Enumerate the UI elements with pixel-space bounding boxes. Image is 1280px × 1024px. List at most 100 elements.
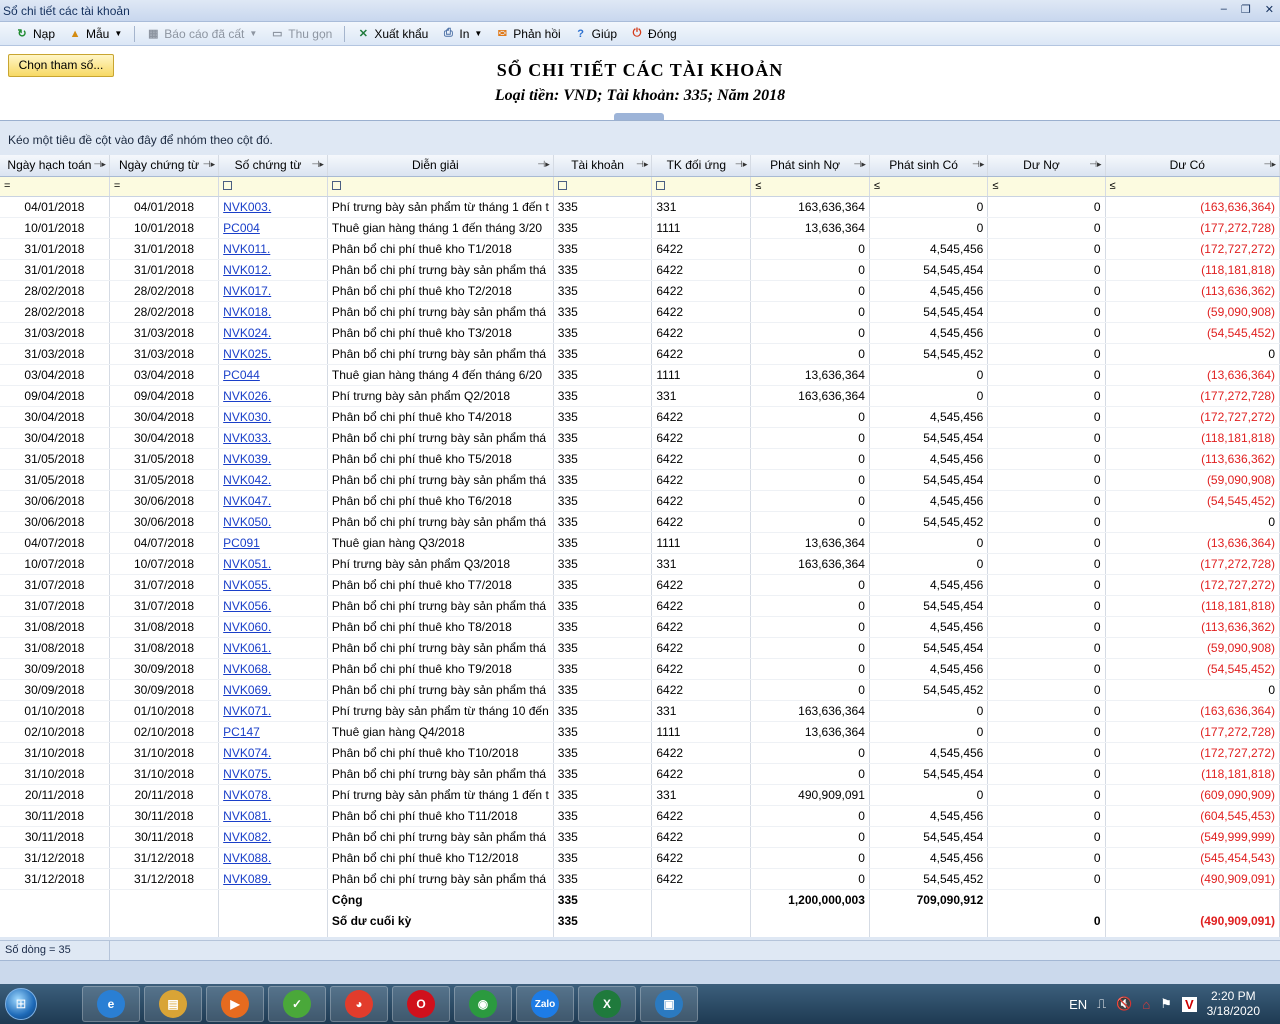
filter-cell[interactable] (327, 176, 554, 197)
filter-checkbox-icon[interactable] (223, 181, 233, 191)
filter-operator[interactable]: ≤ (992, 180, 998, 192)
cell-voucher-no[interactable]: NVK025. (218, 343, 328, 365)
cell-voucher-no[interactable]: NVK082. (218, 826, 328, 848)
filter-cell[interactable] (651, 176, 752, 197)
table-row[interactable]: 03/04/2018 03/04/2018 PC044 Thuê gian hàng … (0, 364, 1280, 386)
filter-operator[interactable]: = (4, 180, 10, 192)
filter-checkbox-icon[interactable] (557, 181, 567, 191)
cell-voucher-no[interactable]: PC091 (218, 532, 328, 554)
cell-voucher-no[interactable]: NVK074. (218, 742, 328, 764)
filter-operator[interactable]: ≤ (755, 180, 761, 192)
pin-icon[interactable]: ⊣▸ (537, 159, 549, 170)
table-row[interactable]: 30/09/2018 30/09/2018 NVK069. Phân bổ chi p… (0, 679, 1280, 701)
column-header[interactable]: Ngày hạch toán ⊣▸ (0, 155, 110, 177)
restore-button[interactable]: ❐ (1241, 3, 1251, 16)
pin-icon[interactable]: ⊣▸ (1264, 159, 1276, 170)
antivirus-icon[interactable]: ⌂ (1142, 997, 1150, 1012)
filter-cell[interactable]: = (0, 176, 110, 197)
table-row[interactable]: 31/05/2018 31/05/2018 NVK039. Phân bổ chi p… (0, 448, 1280, 470)
pin-icon[interactable]: ⊣▸ (735, 159, 747, 170)
table-row[interactable]: 31/01/2018 31/01/2018 NVK011. Phân bổ chi p… (0, 238, 1280, 260)
cell-voucher-no[interactable]: NVK024. (218, 322, 328, 344)
column-header[interactable]: Số chứng từ ⊣▸ (218, 155, 328, 177)
toolbar-save-button[interactable]: ▦ Báo cáo đã cất ▼ (145, 26, 257, 42)
cell-voucher-no[interactable]: NVK069. (218, 679, 328, 701)
taskbar-app-accounting-app[interactable]: ✓ (268, 986, 326, 1022)
table-row[interactable]: 28/02/2018 28/02/2018 NVK018. Phân bổ chi p… (0, 301, 1280, 323)
toolbar-mail-button[interactable]: ✉ Phản hồi (494, 26, 561, 42)
toolbar-template-button[interactable]: ▲ Mẫu ▼ (67, 26, 123, 42)
pin-icon[interactable]: ⊣▸ (972, 159, 984, 170)
column-header[interactable]: TK đối ứng ⊣▸ (651, 155, 752, 177)
filter-operator[interactable]: ≤ (1110, 180, 1116, 192)
table-row[interactable]: 31/08/2018 31/08/2018 NVK061. Phân bổ chi p… (0, 637, 1280, 659)
filter-cell[interactable] (218, 176, 328, 197)
filter-cell[interactable]: ≤ (987, 176, 1106, 197)
pin-icon[interactable]: ⊣▸ (1089, 159, 1101, 170)
toolbar-print-button[interactable]: ⎙ In ▼ (440, 26, 482, 42)
table-row[interactable]: 30/06/2018 30/06/2018 NVK050. Phân bổ chi p… (0, 511, 1280, 533)
filter-cell[interactable]: ≤ (869, 176, 989, 197)
cell-voucher-no[interactable]: NVK071. (218, 700, 328, 722)
cell-voucher-no[interactable]: NVK026. (218, 385, 328, 407)
cell-voucher-no[interactable]: NVK050. (218, 511, 328, 533)
cell-voucher-no[interactable]: NVK068. (218, 658, 328, 680)
cell-voucher-no[interactable]: NVK039. (218, 448, 328, 470)
close-window-button[interactable]: ✕ (1265, 3, 1274, 16)
filter-checkbox-icon[interactable] (656, 181, 666, 191)
pin-icon[interactable]: ⊣▸ (312, 159, 324, 170)
vietkey-icon[interactable]: V (1181, 996, 1197, 1012)
cell-voucher-no[interactable]: NVK060. (218, 616, 328, 638)
taskbar-app-zalo[interactable]: Zalo (516, 986, 574, 1022)
pin-icon[interactable]: ⊣▸ (854, 159, 866, 170)
cell-voucher-no[interactable]: NVK078. (218, 784, 328, 806)
cell-voucher-no[interactable]: NVK011. (218, 238, 328, 260)
cell-voucher-no[interactable]: PC004 (218, 217, 328, 239)
filter-cell[interactable] (553, 176, 653, 197)
table-row[interactable]: 20/11/2018 20/11/2018 NVK078. Phí trưng bày… (0, 784, 1280, 806)
table-row[interactable]: 30/11/2018 30/11/2018 NVK081. Phân bổ chi p… (0, 805, 1280, 827)
filter-checkbox-icon[interactable] (331, 181, 341, 191)
toolbar-refresh-button[interactable]: ↻ Nạp (14, 26, 55, 42)
column-header[interactable]: Ngày chứng từ ⊣▸ (109, 155, 220, 177)
table-row[interactable]: 30/04/2018 30/04/2018 NVK033. Phân bổ chi p… (0, 427, 1280, 449)
table-row[interactable]: 31/03/2018 31/03/2018 NVK025. Phân bổ chi p… (0, 343, 1280, 365)
filter-operator[interactable]: ≤ (874, 180, 880, 192)
column-header[interactable]: Dư Có ⊣▸ (1105, 155, 1280, 177)
column-header[interactable]: Phát sinh Nợ ⊣▸ (750, 155, 870, 177)
cell-voucher-no[interactable]: NVK088. (218, 847, 328, 869)
group-by-panel[interactable]: Kéo một tiêu đề cột vào đây để nhóm theo… (0, 121, 1280, 155)
column-header[interactable]: Diễn giải ⊣▸ (327, 155, 554, 177)
cell-voucher-no[interactable]: PC044 (218, 364, 328, 386)
cell-voucher-no[interactable]: NVK061. (218, 637, 328, 659)
table-row[interactable]: 28/02/2018 28/02/2018 NVK017. Phân bổ chi p… (0, 280, 1280, 302)
taskbar-app-opera[interactable]: O (392, 986, 450, 1022)
cell-voucher-no[interactable]: NVK081. (218, 805, 328, 827)
filter-operator[interactable]: = (114, 180, 120, 192)
table-row[interactable]: 31/12/2018 31/12/2018 NVK089. Phân bổ chi p… (0, 868, 1280, 890)
volume-icon[interactable]: 🔇 (1116, 996, 1132, 1012)
toolbar-collapse-button[interactable]: ▭ Thu gọn (269, 26, 332, 42)
taskbar-app-excel[interactable]: X (578, 986, 636, 1022)
taskbar-app-explorer[interactable]: ▤ (144, 986, 202, 1022)
column-header[interactable]: Phát sinh Có ⊣▸ (869, 155, 989, 177)
cell-voucher-no[interactable]: NVK056. (218, 595, 328, 617)
table-row[interactable]: 31/07/2018 31/07/2018 NVK055. Phân bổ chi p… (0, 574, 1280, 596)
cell-voucher-no[interactable]: NVK030. (218, 406, 328, 428)
cell-voucher-no[interactable]: NVK012. (218, 259, 328, 281)
minimize-button[interactable]: – (1221, 3, 1227, 16)
taskbar-app-ie[interactable]: e (82, 986, 140, 1022)
cell-voucher-no[interactable]: NVK033. (218, 427, 328, 449)
table-row[interactable]: 04/07/2018 04/07/2018 PC091 Thuê gian hàng … (0, 532, 1280, 554)
cell-voucher-no[interactable]: NVK042. (218, 469, 328, 491)
taskbar-app-chrome[interactable]: ◉ (454, 986, 512, 1022)
table-row[interactable]: 31/03/2018 31/03/2018 NVK024. Phân bổ chi p… (0, 322, 1280, 344)
table-row[interactable]: 31/12/2018 31/12/2018 NVK088. Phân bổ chi p… (0, 847, 1280, 869)
pin-icon[interactable]: ⊣▸ (94, 159, 106, 170)
pin-icon[interactable]: ⊣▸ (203, 159, 215, 170)
table-row[interactable]: 01/10/2018 01/10/2018 NVK071. Phí trưng bày… (0, 700, 1280, 722)
table-row[interactable]: 09/04/2018 09/04/2018 NVK026. Phí trưng bày… (0, 385, 1280, 407)
cell-voucher-no[interactable]: NVK047. (218, 490, 328, 512)
toolbar-power-button[interactable]: ⏻ Đóng (629, 26, 677, 42)
table-row[interactable]: 31/05/2018 31/05/2018 NVK042. Phân bổ chi p… (0, 469, 1280, 491)
